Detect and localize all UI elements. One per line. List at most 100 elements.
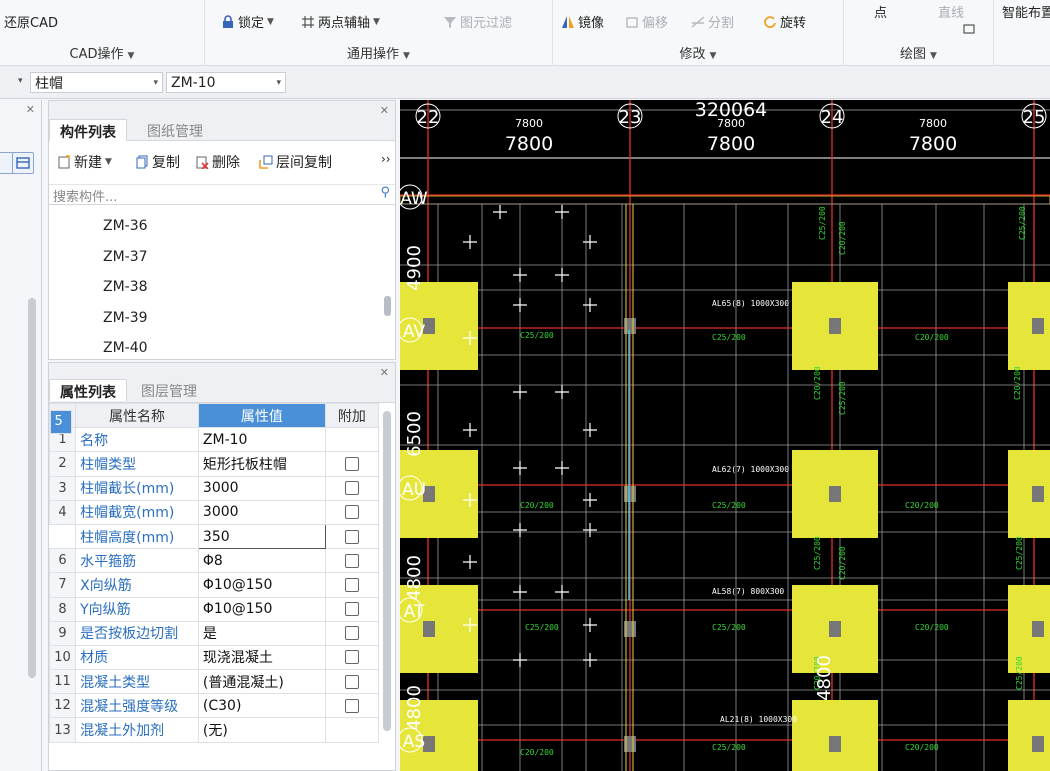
tab-property-list[interactable]: 属性列表 bbox=[49, 379, 127, 401]
cad-drawing[interactable]: 22 7800780023 7800780024 7800780025320064AL… bbox=[400, 100, 1050, 771]
row-index: 2 bbox=[48, 451, 77, 477]
property-value[interactable]: Φ8 bbox=[197, 548, 326, 574]
table-row[interactable]: 6 水平箍筋 Φ8 bbox=[48, 548, 380, 574]
property-scrollbar[interactable] bbox=[383, 411, 391, 731]
row-dimension: 4800 bbox=[404, 685, 425, 731]
list-item[interactable]: ZM-36 bbox=[49, 211, 395, 242]
tab-drawing-manage[interactable]: 图纸管理 bbox=[137, 119, 213, 141]
row-index: 4 bbox=[48, 499, 77, 525]
close-icon[interactable]: ✕ bbox=[380, 104, 389, 117]
restore-cad-button[interactable]: 还原CAD bbox=[4, 12, 58, 31]
floor-copy-button[interactable]: 层间复制 bbox=[259, 152, 332, 172]
tab-layer-manage[interactable]: 图层管理 bbox=[131, 379, 207, 401]
table-icon bbox=[16, 157, 30, 169]
property-value[interactable]: 3000 bbox=[197, 499, 326, 525]
property-value[interactable]: 矩形托板柱帽 bbox=[197, 451, 326, 477]
extra-checkbox[interactable] bbox=[344, 674, 359, 689]
list-item[interactable]: ZM-39 bbox=[49, 303, 395, 334]
table-row[interactable]: 12 混凝土强度等级 (C30) bbox=[48, 693, 380, 719]
search-icon[interactable]: ⚲ bbox=[380, 185, 390, 200]
table-row[interactable]: 2 柱帽类型 矩形托板柱帽 bbox=[48, 451, 380, 477]
new-button[interactable]: 新建 ▼ bbox=[57, 152, 112, 172]
table-row[interactable]: 8 Y向纵筋 Φ10@150 bbox=[48, 596, 380, 622]
beam-label: AL21(8) 1000X300 bbox=[720, 715, 797, 724]
nav-scrollbar[interactable] bbox=[28, 298, 36, 678]
extra-checkbox[interactable] bbox=[344, 602, 359, 617]
property-value[interactable]: 是 bbox=[197, 620, 326, 646]
property-value[interactable]: 现浇混凝土 bbox=[197, 644, 326, 671]
property-value[interactable]: (C30) bbox=[197, 693, 326, 719]
point-label: 点 bbox=[874, 6, 888, 21]
property-name: X向纵筋 bbox=[75, 572, 199, 598]
extra-checkbox[interactable] bbox=[344, 698, 359, 713]
extra-cell bbox=[324, 717, 380, 743]
extra-checkbox[interactable] bbox=[344, 553, 359, 568]
cad-canvas[interactable]: 22 7800 7800 23 7800 7800 24 7800 7800 25 320064 AL… bbox=[400, 100, 1050, 771]
mirror-button[interactable]: 镜像 bbox=[561, 12, 604, 31]
extra-checkbox[interactable] bbox=[344, 456, 359, 471]
property-value[interactable]: ZM-10 bbox=[197, 427, 326, 453]
row-dimension: 6500 bbox=[404, 411, 425, 457]
cross-marker bbox=[513, 385, 527, 399]
table-row[interactable]: 3 柱帽截长(mm) 3000 bbox=[48, 475, 380, 501]
close-icon[interactable]: ✕ bbox=[380, 366, 389, 379]
cross-marker bbox=[583, 523, 597, 537]
table-row[interactable]: 13 混凝土外加剂 (无) bbox=[48, 717, 380, 743]
draw-label[interactable]: 绘图 ▼ bbox=[844, 43, 993, 62]
modify-label[interactable]: 修改 ▼ bbox=[553, 43, 843, 62]
rotate-button[interactable]: 旋转 bbox=[763, 12, 806, 31]
list-item[interactable]: ZM-40 bbox=[49, 333, 395, 364]
delete-button[interactable]: 删除 bbox=[195, 152, 240, 172]
table-row[interactable]: 7 X向纵筋 Φ10@150 bbox=[48, 572, 380, 598]
element-filter-button[interactable]: 图元过滤 bbox=[443, 12, 512, 31]
more-button[interactable]: ›› bbox=[381, 152, 391, 166]
cad-ops-label[interactable]: CAD操作 ▼ bbox=[0, 43, 204, 62]
property-list-panel: 属性列表 图层管理 ✕ 属性名称 属性值 附加 1 名称 ZM-10 2 柱帽类型 矩形托… bbox=[48, 362, 396, 771]
property-value[interactable]: 350 bbox=[197, 523, 326, 550]
rotate-icon bbox=[764, 15, 776, 28]
extra-checkbox[interactable] bbox=[344, 505, 359, 520]
point-button[interactable]: 点 bbox=[874, 2, 887, 21]
extra-checkbox[interactable] bbox=[344, 481, 359, 496]
table-row[interactable]: 1 名称 ZM-10 bbox=[48, 427, 380, 453]
two-point-axis-label: 两点辅轴 bbox=[318, 16, 371, 31]
extra-checkbox[interactable] bbox=[344, 650, 359, 665]
rebar-label-vertical: C20/200 bbox=[813, 366, 822, 400]
property-value[interactable]: Φ10@150 bbox=[197, 596, 326, 622]
extra-checkbox[interactable] bbox=[344, 577, 359, 592]
lock-button[interactable]: 锁定 ▼ bbox=[221, 12, 274, 31]
extra-checkbox[interactable] bbox=[344, 529, 359, 544]
axis-label: AU bbox=[402, 480, 426, 500]
list-item[interactable]: ZM-38 bbox=[49, 272, 395, 303]
two-point-axis-button[interactable]: 两点辅轴 ▼ bbox=[301, 12, 380, 31]
list-item[interactable]: ZM-37 bbox=[49, 242, 395, 273]
property-value[interactable]: (普通混凝土) bbox=[197, 669, 326, 695]
rect-draw-button[interactable] bbox=[962, 22, 976, 36]
component-scrollbar[interactable] bbox=[384, 296, 391, 316]
mid-dimension: 4800 bbox=[814, 655, 835, 701]
split-button[interactable]: 分割 bbox=[691, 12, 734, 31]
table-row[interactable]: 9 是否按板边切割是 bbox=[48, 620, 380, 646]
category-select[interactable]: 柱帽 ▾ bbox=[30, 72, 163, 93]
table-row[interactable]: 5 柱帽高度(mm) 350 bbox=[49, 409, 380, 550]
table-row[interactable]: 4 柱帽截宽(mm) 3000 bbox=[48, 499, 380, 525]
property-value[interactable]: (无) bbox=[197, 717, 326, 743]
cross-marker bbox=[555, 461, 569, 475]
component-select[interactable]: ZM-10 ▾ bbox=[166, 72, 286, 93]
tab-component-list[interactable]: 构件列表 bbox=[49, 119, 127, 141]
general-ops-label[interactable]: 通用操作 ▼ bbox=[205, 43, 552, 62]
property-value[interactable]: Φ10@150 bbox=[197, 572, 326, 598]
search-input[interactable]: 搜索构件... ⚲ bbox=[49, 185, 395, 205]
copy-button[interactable]: 复制 bbox=[135, 152, 180, 172]
dim-big: 7800 bbox=[707, 133, 755, 155]
line-button[interactable]: 直线 bbox=[938, 2, 964, 21]
extra-checkbox[interactable] bbox=[344, 626, 359, 641]
property-value[interactable]: 3000 bbox=[197, 475, 326, 501]
nav-table-button[interactable] bbox=[12, 152, 34, 174]
smart-layout-button[interactable]: 智能布置 bbox=[1002, 2, 1050, 21]
close-icon[interactable]: ✕ bbox=[26, 103, 35, 116]
selector-caret-left[interactable]: ▾ bbox=[18, 76, 23, 86]
offset-button[interactable]: 偏移 bbox=[625, 12, 668, 31]
table-row[interactable]: 11 混凝土类型 (普通混凝土) bbox=[48, 669, 380, 695]
table-row[interactable]: 10 材质 现浇混凝土 bbox=[48, 644, 380, 671]
